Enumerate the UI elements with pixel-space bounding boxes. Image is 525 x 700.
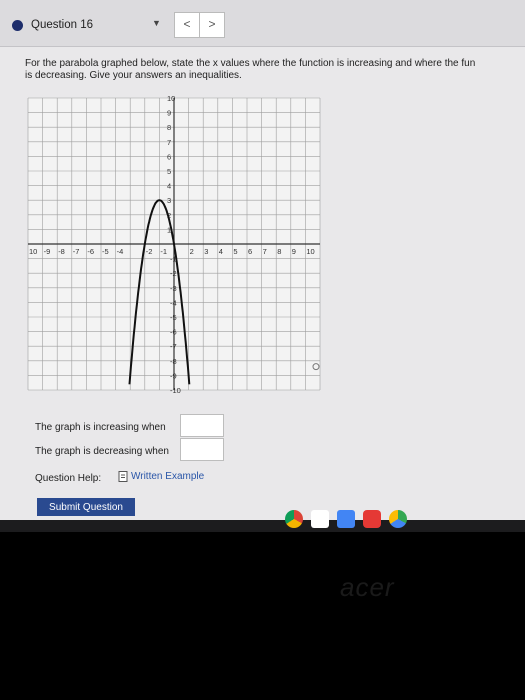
x-tick-label: 10: [306, 247, 314, 256]
question-nav-bar: Question 16 ▼ < >: [0, 0, 525, 47]
x-tick-label: -8: [58, 247, 65, 256]
gmail-icon[interactable]: [311, 510, 329, 528]
x-tick-label: -6: [87, 247, 94, 256]
x-tick-label: 8: [277, 247, 281, 256]
question-label: Question 16: [31, 19, 94, 31]
y-tick-label: 3: [167, 196, 171, 205]
decreasing-label: The graph is decreasing when: [35, 446, 169, 457]
x-tick-label: -5: [102, 247, 109, 256]
y-tick-label: -6: [170, 328, 177, 337]
written-example-label: Written Example: [131, 471, 205, 482]
x-tick-label: 4: [219, 247, 223, 256]
y-tick-label: -2: [170, 269, 177, 278]
status-dot-icon: [12, 19, 23, 31]
y-tick-label: -7: [170, 342, 177, 351]
next-question-button[interactable]: >: [199, 12, 225, 38]
play-store-icon[interactable]: [389, 510, 407, 528]
prompt-line-2: is decreasing. Give your answers an ineq…: [25, 70, 242, 81]
y-tick-label: -5: [170, 313, 177, 322]
x-tick-label: 6: [248, 247, 252, 256]
y-tick-label: -4: [170, 298, 177, 307]
laptop-brand-logo: acer: [340, 572, 395, 602]
chevron-down-icon[interactable]: ▼: [152, 18, 161, 28]
increasing-input[interactable]: [180, 414, 224, 437]
question-help-label: Question Help:: [35, 473, 102, 484]
y-tick-label: -9: [170, 371, 177, 380]
x-tick-label: 9: [292, 247, 296, 256]
decreasing-input[interactable]: [180, 438, 224, 461]
chrome-icon[interactable]: [285, 510, 303, 528]
y-tick-label: -3: [170, 284, 177, 293]
screen: Question 16 ▼ < > For the parabola graph…: [0, 0, 525, 520]
x-tick-label: -7: [73, 247, 80, 256]
y-tick-label: 5: [167, 167, 171, 176]
parabola-graph: 10 -9 -8 -7 -6 -5 -4 -2 -1 2 3 4 5 6 7 8 9 1010987654321-…: [27, 94, 321, 395]
app-shelf: [285, 510, 407, 528]
y-tick-label: 6: [167, 152, 171, 161]
increasing-label: The graph is increasing when: [35, 422, 166, 433]
y-tick-label: 10: [167, 94, 175, 103]
prompt-line-1: For the parabola graphed below, state th…: [25, 58, 476, 69]
docs-icon[interactable]: [337, 510, 355, 528]
x-tick-label: 7: [263, 247, 267, 256]
y-tick-label: -10: [170, 386, 181, 395]
y-tick-label: 4: [167, 182, 171, 191]
y-tick-label: 9: [167, 109, 171, 118]
x-tick-label: 2: [190, 247, 194, 256]
question-selector[interactable]: Question 16 ▼: [12, 14, 167, 36]
y-tick-label: 8: [167, 123, 171, 132]
x-tick-label: 5: [233, 247, 237, 256]
document-icon: [118, 471, 128, 482]
x-tick-label: -2: [146, 247, 153, 256]
written-example-link[interactable]: Written Example: [118, 471, 204, 482]
prev-question-button[interactable]: <: [174, 12, 200, 38]
x-tick-label: 3: [204, 247, 208, 256]
question-prompt: For the parabola graphed below, state th…: [25, 58, 525, 82]
y-tick-label: 7: [167, 138, 171, 147]
x-tick-label: -1: [160, 247, 167, 256]
x-tick-label: -9: [44, 247, 51, 256]
taskbar-shelf: [0, 520, 525, 532]
youtube-icon[interactable]: [363, 510, 381, 528]
x-tick-label: 10: [29, 247, 37, 256]
x-tick-label: -4: [117, 247, 124, 256]
y-tick-label: -8: [170, 357, 177, 366]
submit-question-button[interactable]: Submit Question: [37, 498, 135, 516]
